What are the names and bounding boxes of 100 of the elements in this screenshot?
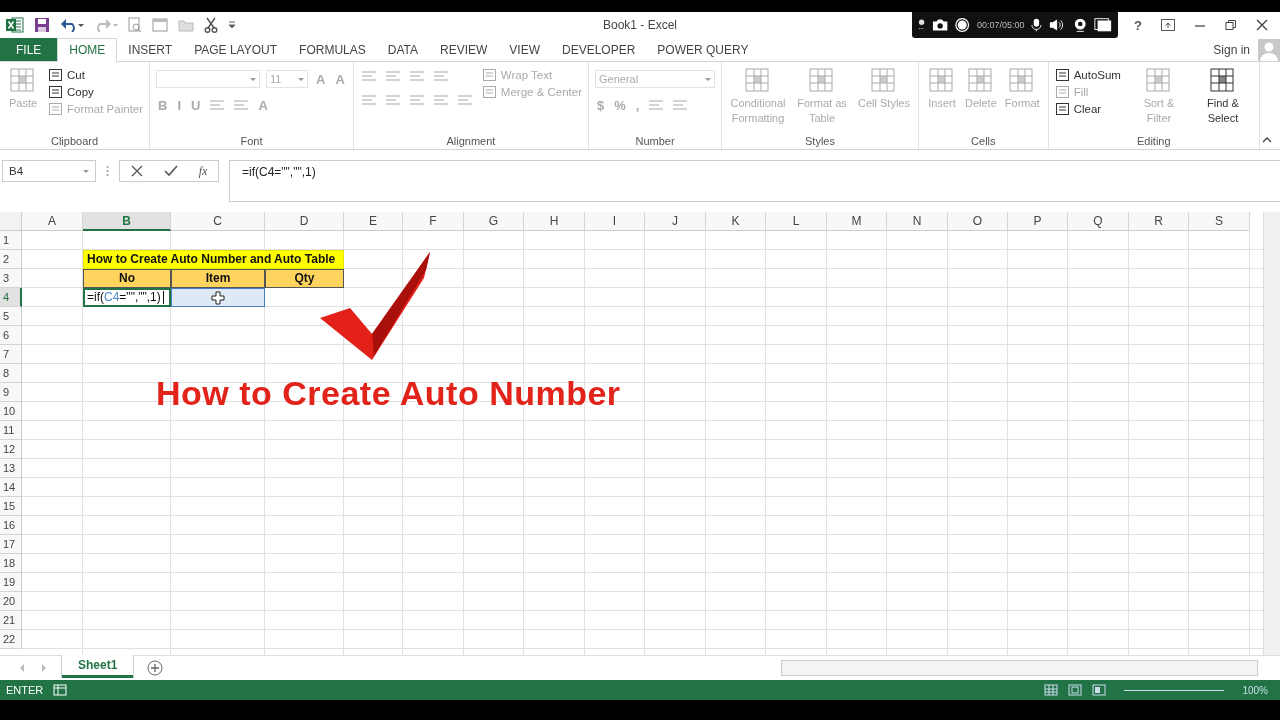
sign-in-link[interactable]: Sign in xyxy=(1213,42,1250,57)
column-header[interactable]: O xyxy=(948,212,1008,231)
ribbon-button[interactable]: Find & Select xyxy=(1192,66,1253,135)
column-header[interactable]: M xyxy=(827,212,887,231)
vertical-scrollbar[interactable] xyxy=(1263,212,1280,655)
insert-function-button[interactable]: fx xyxy=(198,163,208,179)
restore-icon[interactable] xyxy=(1225,19,1237,31)
ribbon-tab[interactable]: REVIEW xyxy=(429,38,499,61)
customize-caret-icon[interactable] xyxy=(228,21,236,29)
camera-icon[interactable] xyxy=(932,18,949,32)
ribbon-tab[interactable]: VIEW xyxy=(498,38,551,61)
scissors-icon[interactable] xyxy=(204,17,218,33)
column-header[interactable]: G xyxy=(464,212,524,231)
check-icon[interactable] xyxy=(163,165,178,177)
table-header-cell[interactable]: Item xyxy=(171,269,265,288)
name-box[interactable]: B4 xyxy=(2,160,96,182)
ribbon-tab[interactable]: DATA xyxy=(376,38,429,61)
window-icon[interactable] xyxy=(152,18,168,32)
row-header[interactable]: 20 xyxy=(0,592,22,611)
scroll-left-icon[interactable] xyxy=(18,663,26,673)
formula-field[interactable]: =if(C4="","",1) xyxy=(229,160,1280,202)
row-header[interactable]: 13 xyxy=(0,459,22,478)
undo-icon[interactable] xyxy=(60,18,84,32)
column-header[interactable]: K xyxy=(706,212,766,231)
collapse-caret-icon[interactable] xyxy=(1262,136,1272,143)
row-header[interactable]: 8 xyxy=(0,364,22,383)
column-header[interactable]: A xyxy=(22,212,83,231)
pointer-icon[interactable] xyxy=(918,18,926,32)
ribbon-button[interactable]: Clear xyxy=(1054,102,1121,116)
ribbon-tab[interactable]: DEVELOPER xyxy=(551,38,647,61)
column-header[interactable]: E xyxy=(344,212,403,231)
row-header[interactable]: 18 xyxy=(0,554,22,573)
folder-icon[interactable] xyxy=(178,18,194,32)
record-icon[interactable] xyxy=(955,17,970,33)
editing-cell[interactable]: =if(C4="","",1) xyxy=(83,288,171,307)
zoom-level[interactable]: 100% xyxy=(1242,684,1268,696)
row-header[interactable]: 3 xyxy=(0,269,22,288)
column-header[interactable]: P xyxy=(1008,212,1068,231)
column-header[interactable]: I xyxy=(585,212,645,231)
column-header[interactable]: R xyxy=(1129,212,1189,231)
table-header-cell[interactable]: Qty xyxy=(265,269,344,288)
close-icon[interactable] xyxy=(1256,19,1268,31)
column-header[interactable]: N xyxy=(887,212,948,231)
microphone-icon[interactable] xyxy=(1031,17,1043,33)
speaker-icon[interactable] xyxy=(1049,18,1066,32)
horizontal-scrollbar[interactable] xyxy=(781,660,1258,676)
row-header[interactable]: 21 xyxy=(0,611,22,630)
column-header[interactable]: H xyxy=(524,212,585,231)
table-header-cell[interactable]: No xyxy=(83,269,171,288)
macro-record-icon[interactable] xyxy=(53,684,68,696)
row-header[interactable]: 22 xyxy=(0,630,22,649)
row-header[interactable]: 9 xyxy=(0,383,22,402)
window-capture-icon[interactable] xyxy=(1093,17,1112,33)
row-header[interactable]: 4 xyxy=(0,288,22,307)
row-header[interactable]: 7 xyxy=(0,345,22,364)
ribbon-tab[interactable]: FILE xyxy=(0,38,58,61)
row-header[interactable]: 2 xyxy=(0,250,22,269)
referenced-cell[interactable] xyxy=(171,288,265,307)
column-header[interactable]: D xyxy=(265,212,344,231)
ribbon-tab[interactable]: PAGE LAYOUT xyxy=(183,38,289,61)
avatar-icon[interactable] xyxy=(1258,38,1280,61)
sheet-tab[interactable]: Sheet1 xyxy=(62,654,134,678)
normal-view-icon[interactable] xyxy=(1044,684,1059,696)
column-header[interactable]: C xyxy=(171,212,265,231)
ribbon-button[interactable]: Copy xyxy=(48,85,144,99)
row-header[interactable]: 14 xyxy=(0,478,22,497)
row-header[interactable]: 17 xyxy=(0,535,22,554)
print-preview-icon[interactable] xyxy=(128,17,142,33)
ribbon-button[interactable]: AutoSum xyxy=(1054,68,1121,82)
row-header[interactable]: 10 xyxy=(0,402,22,421)
save-icon[interactable] xyxy=(34,17,50,33)
column-header[interactable]: B xyxy=(83,212,171,231)
row-header[interactable]: 15 xyxy=(0,497,22,516)
redo-icon[interactable] xyxy=(94,18,118,32)
ribbon-tab[interactable]: HOME xyxy=(57,38,118,62)
row-header[interactable]: 5 xyxy=(0,307,22,326)
column-header[interactable]: J xyxy=(645,212,706,231)
column-header[interactable]: S xyxy=(1189,212,1250,231)
ribbon-tab[interactable]: POWER QUERY xyxy=(646,38,760,61)
row-header[interactable]: 19 xyxy=(0,573,22,592)
ribbon-tab[interactable]: FORMULAS xyxy=(288,38,377,61)
table-title-cell[interactable]: How to Create Auto Number and Auto Table xyxy=(83,250,344,269)
column-header[interactable]: L xyxy=(766,212,827,231)
row-header[interactable]: 12 xyxy=(0,440,22,459)
row-header[interactable]: 1 xyxy=(0,231,22,250)
webcam-icon[interactable] xyxy=(1072,17,1087,33)
row-header[interactable]: 16 xyxy=(0,516,22,535)
page-break-icon[interactable] xyxy=(1092,684,1107,696)
ribbon-button[interactable]: Cut xyxy=(48,68,144,82)
add-sheet-icon[interactable] xyxy=(147,660,164,676)
scroll-right-icon[interactable] xyxy=(40,663,48,673)
row-header[interactable]: 11 xyxy=(0,421,22,440)
ribbon-display-icon[interactable] xyxy=(1161,19,1175,31)
column-header[interactable]: F xyxy=(403,212,464,231)
column-header[interactable]: Q xyxy=(1068,212,1129,231)
help-button[interactable]: ? xyxy=(1134,17,1142,33)
ribbon-tab[interactable]: INSERT xyxy=(117,38,184,61)
cancel-icon[interactable] xyxy=(130,165,143,177)
row-header[interactable]: 6 xyxy=(0,326,22,345)
page-layout-icon[interactable] xyxy=(1068,684,1083,696)
